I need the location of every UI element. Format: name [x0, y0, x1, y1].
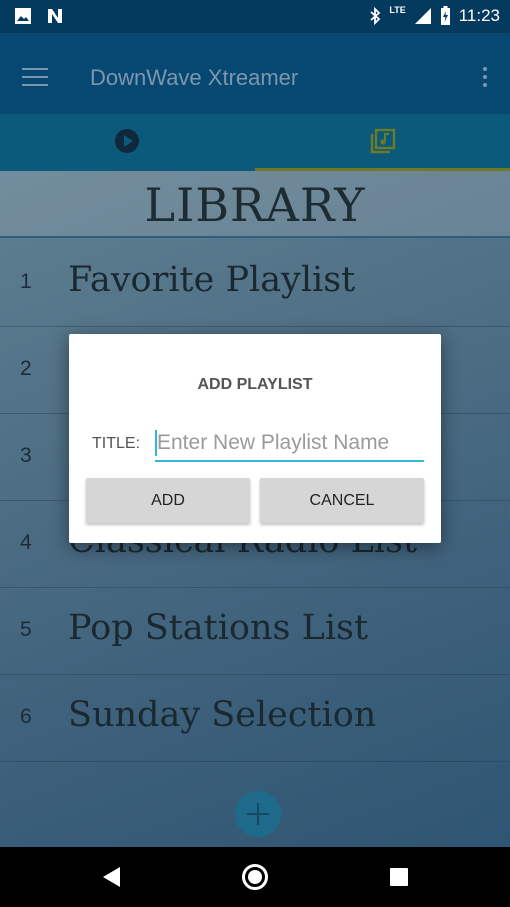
playlist-name-input[interactable]: [155, 426, 424, 462]
recents-icon[interactable]: [390, 868, 408, 886]
add-button[interactable]: ADD: [86, 478, 250, 523]
cancel-button[interactable]: CANCEL: [260, 478, 424, 523]
title-field-label: TITLE:: [92, 435, 141, 452]
home-icon[interactable]: [242, 864, 268, 890]
text-cursor: [155, 430, 157, 456]
dialog-title: ADD PLAYLIST: [197, 376, 313, 393]
back-icon[interactable]: [103, 867, 120, 887]
add-playlist-dialog: ADD PLAYLIST TITLE: ADD CANCEL: [69, 334, 441, 543]
navigation-bar: [0, 847, 510, 907]
